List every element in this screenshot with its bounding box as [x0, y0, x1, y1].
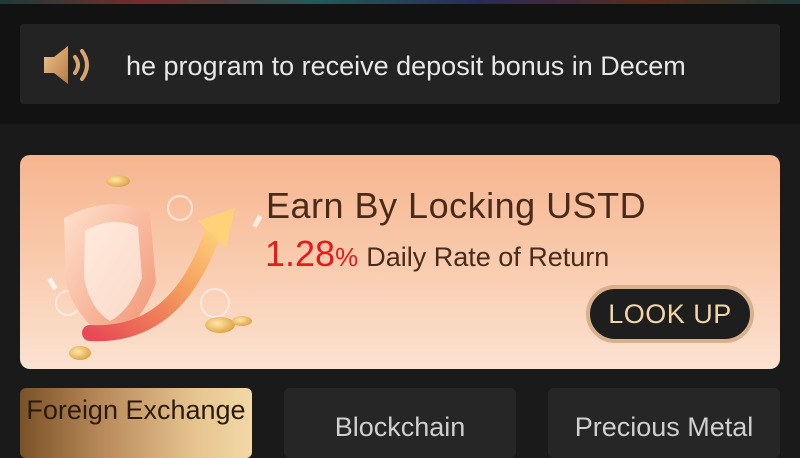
banner-title: Earn By Locking USTD	[266, 185, 647, 226]
speaker-icon[interactable]	[40, 42, 100, 88]
shield-arrow-coins-illustration	[47, 175, 263, 360]
daily-rate-unit: %	[335, 242, 359, 272]
notice-marquee-text: he program to receive deposit bonus in D…	[126, 51, 686, 81]
tab-blockchain[interactable]: Blockchain	[284, 388, 516, 458]
look-up-button[interactable]: LOOK UP	[586, 285, 754, 343]
tab-precious-metal[interactable]: Precious Metal	[548, 388, 780, 458]
rate-line: 1.28% Daily Rate of Return	[265, 233, 609, 275]
tab-foreign-exchange[interactable]: Foreign Exchange	[20, 388, 252, 458]
earn-banner[interactable]: Earn By Locking USTD 1.28% Daily Rate of …	[20, 155, 780, 369]
daily-rate-value: 1.28	[265, 233, 336, 274]
daily-rate-label: Daily Rate of Return	[366, 242, 610, 272]
